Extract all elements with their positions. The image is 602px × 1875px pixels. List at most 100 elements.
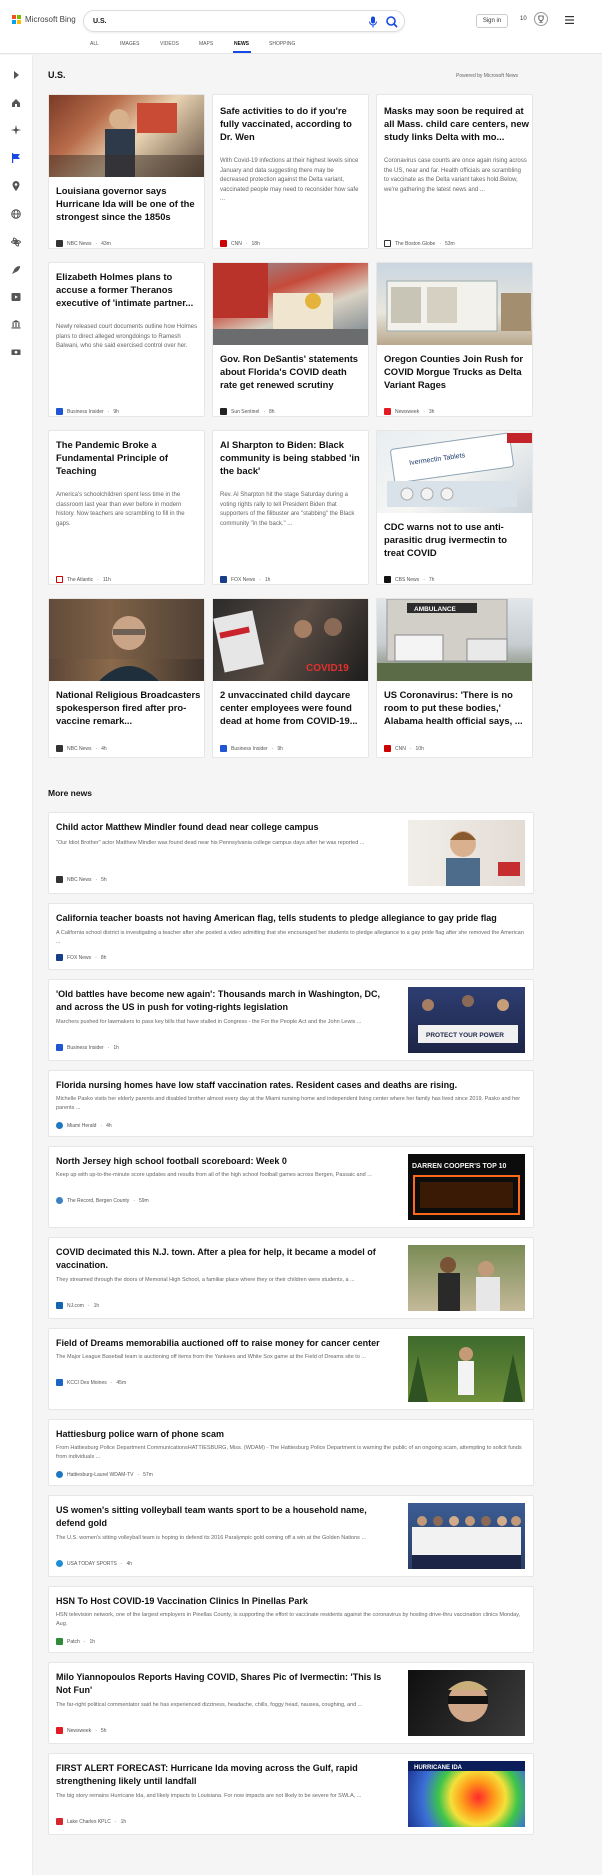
more-news-item[interactable]: COVID decimated this N.J. town. After a … bbox=[48, 1237, 534, 1319]
card-source: Newsweek · 3h bbox=[384, 408, 434, 415]
svg-text:HURRICANE IDA: HURRICANE IDA bbox=[414, 1765, 463, 1771]
item-snippet: The big story remains Hurricane Ida, and… bbox=[56, 1793, 362, 1799]
microphone-icon[interactable] bbox=[368, 16, 378, 28]
more-news-item[interactable]: Hattiesburg police warn of phone scam Fr… bbox=[48, 1419, 534, 1486]
item-source: FOX News · 8h bbox=[56, 954, 106, 961]
tab-news[interactable]: NEWS bbox=[234, 41, 249, 47]
card-source: NBC News · 43m bbox=[56, 240, 111, 247]
hamburger-menu-icon[interactable] bbox=[565, 16, 574, 24]
svg-text:COVID19: COVID19 bbox=[306, 663, 349, 674]
item-headline[interactable]: HSN To Host COVID-19 Vaccination Clinics… bbox=[56, 1595, 526, 1608]
item-headline[interactable]: FIRST ALERT FORECAST: Hurricane Ida movi… bbox=[56, 1762, 396, 1788]
item-snippet: "Our Idiot Brother" actor Matthew Mindle… bbox=[56, 840, 365, 846]
news-card[interactable]: Al Sharpton to Biden: Black community is… bbox=[212, 430, 369, 585]
more-news-item[interactable]: California teacher boasts not having Ame… bbox=[48, 903, 534, 970]
card-headline[interactable]: The Pandemic Broke a Fundamental Princip… bbox=[56, 439, 196, 477]
tab-images[interactable]: IMAGES bbox=[120, 41, 139, 47]
news-card[interactable]: Oregon Counties Join Rush for COVID Morg… bbox=[376, 262, 533, 417]
card-headline[interactable]: Al Sharpton to Biden: Black community is… bbox=[220, 439, 360, 477]
card-headline[interactable]: Masks may soon be required at all Mass. … bbox=[384, 105, 529, 143]
item-headline[interactable]: Milo Yiannopoulos Reports Having COVID, … bbox=[56, 1671, 396, 1697]
item-thumbnail bbox=[408, 820, 525, 886]
item-headline[interactable]: Florida nursing homes have low staff vac… bbox=[56, 1079, 526, 1092]
nbc-peacock-icon bbox=[56, 876, 63, 883]
news-card[interactable]: AMBULANCE US Coronavirus: 'There is no r… bbox=[376, 598, 533, 758]
more-news-item[interactable]: FIRST ALERT FORECAST: Hurricane Ida movi… bbox=[48, 1753, 534, 1835]
item-source: Business Insider · 1h bbox=[56, 1044, 119, 1051]
newsweek-logo-icon bbox=[384, 408, 391, 415]
item-source: NBC News · 5h bbox=[56, 876, 107, 883]
sign-in-button[interactable]: Sign in bbox=[476, 14, 508, 28]
more-news-item[interactable]: Field of Dreams memorabilia auctioned of… bbox=[48, 1328, 534, 1410]
building-icon[interactable] bbox=[11, 319, 21, 329]
entertainment-icon[interactable] bbox=[11, 292, 21, 302]
card-headline[interactable]: CDC warns not to use anti-parasitic drug… bbox=[384, 521, 524, 559]
more-news-item[interactable]: North Jersey high school football scoreb… bbox=[48, 1146, 534, 1228]
item-headline[interactable]: COVID decimated this N.J. town. After a … bbox=[56, 1246, 396, 1272]
item-headline[interactable]: North Jersey high school football scoreb… bbox=[56, 1155, 396, 1168]
fox-news-logo-icon bbox=[56, 954, 63, 961]
news-card[interactable]: The Pandemic Broke a Fundamental Princip… bbox=[48, 430, 205, 585]
card-source: Business Insider · 9h bbox=[220, 745, 283, 752]
item-headline[interactable]: Hattiesburg police warn of phone scam bbox=[56, 1428, 526, 1441]
discover-icon[interactable] bbox=[11, 125, 21, 135]
more-news-item[interactable]: US women's sitting volleyball team wants… bbox=[48, 1495, 534, 1577]
bing-logo[interactable]: Microsoft Bing bbox=[12, 15, 76, 24]
item-headline[interactable]: US women's sitting volleyball team wants… bbox=[56, 1504, 396, 1530]
card-headline[interactable]: National Religious Broadcasters spokespe… bbox=[56, 689, 201, 727]
money-icon[interactable] bbox=[11, 347, 21, 357]
globe-icon[interactable] bbox=[11, 209, 21, 219]
tab-all[interactable]: ALL bbox=[90, 41, 99, 47]
item-headline[interactable]: 'Old battles have become new again': Tho… bbox=[56, 988, 396, 1014]
item-headline[interactable]: Field of Dreams memorabilia auctioned of… bbox=[56, 1337, 396, 1350]
tab-shopping[interactable]: SHOPPING bbox=[269, 41, 295, 47]
more-news-item[interactable]: HSN To Host COVID-19 Vaccination Clinics… bbox=[48, 1586, 534, 1653]
item-headline[interactable]: California teacher boasts not having Ame… bbox=[56, 912, 526, 925]
rocket-icon[interactable] bbox=[11, 265, 21, 275]
kcci-logo-icon bbox=[56, 1379, 63, 1386]
card-snippet: Newly released court documents outline h… bbox=[56, 324, 198, 350]
news-card[interactable]: COVID19 2 unvaccinated child daycare cen… bbox=[212, 598, 369, 758]
card-headline[interactable]: Gov. Ron DeSantis' statements about Flor… bbox=[220, 353, 365, 391]
item-source: KCCI Des Moines · 45m bbox=[56, 1379, 126, 1386]
tab-maps[interactable]: MAPS bbox=[199, 41, 213, 47]
item-thumbnail: HURRICANE IDA bbox=[408, 1761, 525, 1827]
more-news-item[interactable]: Florida nursing homes have low staff vac… bbox=[48, 1070, 534, 1137]
card-headline[interactable]: US Coronavirus: 'There is no room to put… bbox=[384, 689, 529, 727]
news-card[interactable]: Masks may soon be required at all Mass. … bbox=[376, 94, 533, 249]
item-snippet: From Hattiesburg Police Department Commu… bbox=[56, 1445, 522, 1460]
item-source: USA TODAY SPORTS · 4h bbox=[56, 1560, 132, 1567]
flag-icon[interactable] bbox=[11, 153, 21, 163]
card-source: NBC News · 4h bbox=[56, 745, 107, 752]
news-card[interactable]: Safe activities to do if you're fully va… bbox=[212, 94, 369, 249]
card-headline[interactable]: 2 unvaccinated child daycare center empl… bbox=[220, 689, 365, 727]
location-pin-icon[interactable] bbox=[11, 181, 21, 191]
search-input[interactable] bbox=[93, 15, 343, 28]
science-icon[interactable] bbox=[11, 237, 21, 247]
item-snippet: A California school district is investig… bbox=[56, 930, 524, 945]
more-news-item[interactable]: Child actor Matthew Mindler found dead n… bbox=[48, 812, 534, 894]
search-icon[interactable] bbox=[384, 14, 400, 30]
nj-com-logo-icon bbox=[56, 1302, 63, 1309]
news-card[interactable]: Ivermectin Tablets CDC warns not to use … bbox=[376, 430, 533, 585]
rewards-trophy-icon[interactable] bbox=[534, 12, 548, 26]
collapse-arrow-icon[interactable] bbox=[11, 70, 21, 80]
item-snippet: HSN television network, one of the large… bbox=[56, 1612, 521, 1627]
news-card[interactable]: National Religious Broadcasters spokespe… bbox=[48, 598, 205, 758]
more-news-item[interactable]: Milo Yiannopoulos Reports Having COVID, … bbox=[48, 1662, 534, 1744]
item-headline[interactable]: Child actor Matthew Mindler found dead n… bbox=[56, 821, 396, 834]
tab-videos[interactable]: VIDEOS bbox=[160, 41, 179, 47]
card-headline[interactable]: Louisiana governor says Hurricane Ida wi… bbox=[56, 185, 196, 223]
newsweek-logo-icon bbox=[56, 1727, 63, 1734]
rewards-points[interactable]: 10 bbox=[520, 16, 527, 22]
card-headline[interactable]: Elizabeth Holmes plans to accuse a forme… bbox=[56, 271, 196, 309]
news-card[interactable]: Louisiana governor says Hurricane Ida wi… bbox=[48, 94, 205, 249]
card-headline[interactable]: Oregon Counties Join Rush for COVID Morg… bbox=[384, 353, 529, 391]
news-card[interactable]: Gov. Ron DeSantis' statements about Flor… bbox=[212, 262, 369, 417]
left-rail bbox=[0, 55, 33, 1875]
card-headline[interactable]: Safe activities to do if you're fully va… bbox=[220, 105, 360, 143]
home-icon[interactable] bbox=[11, 98, 21, 108]
wdam-logo-icon bbox=[56, 1471, 63, 1478]
more-news-item[interactable]: 'Old battles have become new again': Tho… bbox=[48, 979, 534, 1061]
news-card[interactable]: Elizabeth Holmes plans to accuse a forme… bbox=[48, 262, 205, 417]
